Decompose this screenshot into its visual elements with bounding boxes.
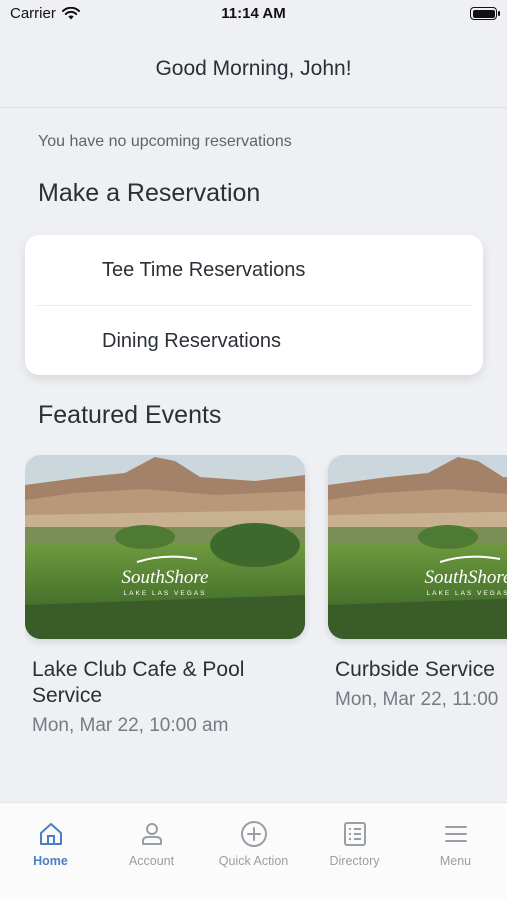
clock: 11:14 AM xyxy=(221,5,286,22)
header: Good Morning, John! xyxy=(0,30,507,108)
event-image: SouthShore LAKE LAS VEGAS xyxy=(328,455,507,639)
event-card-curbside[interactable]: SouthShore LAKE LAS VEGAS Curbside Servi… xyxy=(328,455,507,711)
tab-home[interactable]: Home xyxy=(0,817,101,868)
southshore-logo: SouthShore xyxy=(425,567,507,588)
tab-label: Quick Action xyxy=(218,854,289,868)
event-name: Curbside Service xyxy=(335,658,495,681)
event-date: Mon, Mar 22, 10:00 am xyxy=(32,715,229,736)
account-icon xyxy=(141,823,162,845)
tab-label: Directory xyxy=(329,854,380,868)
southshore-logo-subtext: LAKE LAS VEGAS xyxy=(427,590,507,597)
dining-label: Dining Reservations xyxy=(102,329,281,352)
reservation-card: Tee Time Reservations Dining Reservation… xyxy=(25,235,483,375)
tab-label: Home xyxy=(33,854,68,868)
no-reservations-text: You have no upcoming reservations xyxy=(38,133,292,150)
event-date: Mon, Mar 22, 11:00 xyxy=(335,689,499,710)
tee-time-label: Tee Time Reservations xyxy=(102,258,306,281)
home-icon xyxy=(39,823,62,845)
tee-time-reservations-button[interactable]: Tee Time Reservations xyxy=(25,235,483,305)
featured-events-title: Featured Events xyxy=(38,401,222,429)
event-card-lake-club[interactable]: SouthShore LAKE LAS VEGAS Lake Club Cafe… xyxy=(25,455,305,737)
events-carousel[interactable]: SouthShore LAKE LAS VEGAS Lake Club Cafe… xyxy=(25,455,507,755)
status-bar: Carrier 11:14 AM xyxy=(0,0,507,30)
battery-icon xyxy=(470,7,500,20)
event-image: SouthShore LAKE LAS VEGAS xyxy=(25,455,305,639)
southshore-logo: SouthShore xyxy=(122,567,209,588)
tab-quick-action[interactable]: Quick Action xyxy=(203,817,304,868)
tab-account[interactable]: Account xyxy=(101,817,202,868)
plus-circle-icon xyxy=(240,821,267,847)
greeting-title: Good Morning, John! xyxy=(155,56,352,80)
tab-menu[interactable]: Menu xyxy=(405,817,506,868)
menu-icon xyxy=(444,826,467,842)
tab-label: Account xyxy=(128,854,175,868)
tab-directory[interactable]: Directory xyxy=(304,817,405,868)
directory-icon xyxy=(343,822,366,846)
make-reservation-title: Make a Reservation xyxy=(38,179,261,207)
dining-reservations-button[interactable]: Dining Reservations xyxy=(25,306,483,376)
southshore-logo-subtext: LAKE LAS VEGAS xyxy=(124,590,207,597)
tab-label: Menu xyxy=(439,854,472,868)
event-name: Lake Club Cafe & Pool Service xyxy=(32,658,245,707)
tab-bar: Home Account Quick Action Directory Menu xyxy=(0,802,507,900)
